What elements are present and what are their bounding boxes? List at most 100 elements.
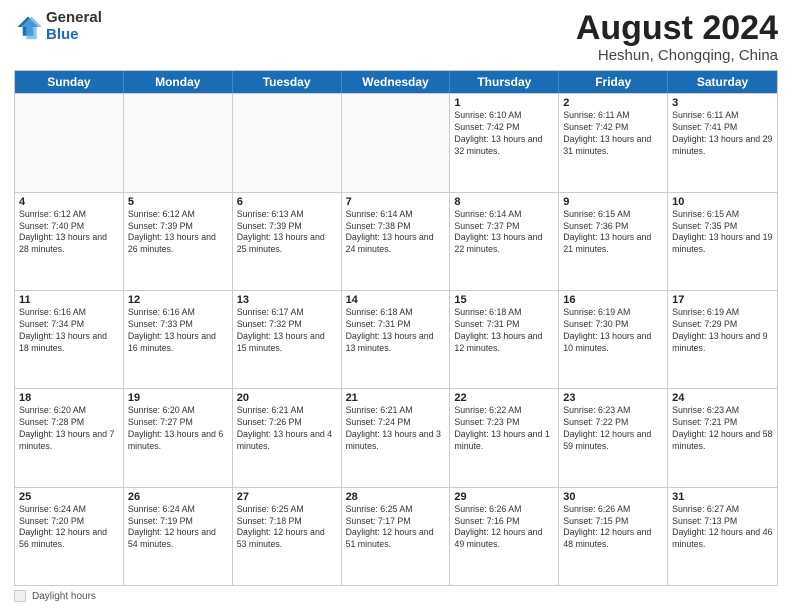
day-number: 5 bbox=[128, 196, 228, 208]
calendar-week: 11Sunrise: 6:16 AM Sunset: 7:34 PM Dayli… bbox=[15, 290, 777, 388]
day-number: 7 bbox=[346, 196, 446, 208]
day-number: 19 bbox=[128, 392, 228, 404]
day-number: 12 bbox=[128, 294, 228, 306]
day-number: 2 bbox=[563, 97, 663, 109]
day-info: Sunrise: 6:10 AM Sunset: 7:42 PM Dayligh… bbox=[454, 110, 554, 158]
calendar-header-cell: Tuesday bbox=[233, 71, 342, 93]
day-number: 15 bbox=[454, 294, 554, 306]
day-number: 26 bbox=[128, 491, 228, 503]
day-number: 11 bbox=[19, 294, 119, 306]
calendar-cell: 14Sunrise: 6:18 AM Sunset: 7:31 PM Dayli… bbox=[342, 291, 451, 388]
calendar-header-cell: Monday bbox=[124, 71, 233, 93]
calendar-cell: 11Sunrise: 6:16 AM Sunset: 7:34 PM Dayli… bbox=[15, 291, 124, 388]
day-info: Sunrise: 6:26 AM Sunset: 7:16 PM Dayligh… bbox=[454, 504, 554, 552]
calendar-cell: 8Sunrise: 6:14 AM Sunset: 7:37 PM Daylig… bbox=[450, 193, 559, 290]
day-info: Sunrise: 6:11 AM Sunset: 7:41 PM Dayligh… bbox=[672, 110, 773, 158]
calendar-cell: 28Sunrise: 6:25 AM Sunset: 7:17 PM Dayli… bbox=[342, 488, 451, 585]
day-number: 27 bbox=[237, 491, 337, 503]
day-info: Sunrise: 6:21 AM Sunset: 7:24 PM Dayligh… bbox=[346, 405, 446, 453]
calendar-body: 1Sunrise: 6:10 AM Sunset: 7:42 PM Daylig… bbox=[15, 93, 777, 585]
calendar-cell bbox=[342, 94, 451, 191]
day-info: Sunrise: 6:15 AM Sunset: 7:35 PM Dayligh… bbox=[672, 209, 773, 257]
logo-text: General Blue bbox=[46, 10, 102, 43]
day-info: Sunrise: 6:25 AM Sunset: 7:17 PM Dayligh… bbox=[346, 504, 446, 552]
day-info: Sunrise: 6:25 AM Sunset: 7:18 PM Dayligh… bbox=[237, 504, 337, 552]
title-month: August 2024 bbox=[576, 10, 778, 47]
day-info: Sunrise: 6:20 AM Sunset: 7:27 PM Dayligh… bbox=[128, 405, 228, 453]
day-info: Sunrise: 6:17 AM Sunset: 7:32 PM Dayligh… bbox=[237, 307, 337, 355]
calendar-cell: 31Sunrise: 6:27 AM Sunset: 7:13 PM Dayli… bbox=[668, 488, 777, 585]
calendar-week: 18Sunrise: 6:20 AM Sunset: 7:28 PM Dayli… bbox=[15, 388, 777, 486]
calendar-cell: 5Sunrise: 6:12 AM Sunset: 7:39 PM Daylig… bbox=[124, 193, 233, 290]
calendar-cell: 1Sunrise: 6:10 AM Sunset: 7:42 PM Daylig… bbox=[450, 94, 559, 191]
day-info: Sunrise: 6:19 AM Sunset: 7:30 PM Dayligh… bbox=[563, 307, 663, 355]
day-number: 4 bbox=[19, 196, 119, 208]
calendar-header-cell: Friday bbox=[559, 71, 668, 93]
day-info: Sunrise: 6:16 AM Sunset: 7:34 PM Dayligh… bbox=[19, 307, 119, 355]
calendar-cell: 4Sunrise: 6:12 AM Sunset: 7:40 PM Daylig… bbox=[15, 193, 124, 290]
day-info: Sunrise: 6:14 AM Sunset: 7:38 PM Dayligh… bbox=[346, 209, 446, 257]
calendar-cell: 15Sunrise: 6:18 AM Sunset: 7:31 PM Dayli… bbox=[450, 291, 559, 388]
logo-blue-text: Blue bbox=[46, 27, 102, 44]
calendar-cell: 6Sunrise: 6:13 AM Sunset: 7:39 PM Daylig… bbox=[233, 193, 342, 290]
day-number: 23 bbox=[563, 392, 663, 404]
day-number: 17 bbox=[672, 294, 773, 306]
day-number: 25 bbox=[19, 491, 119, 503]
calendar-cell: 27Sunrise: 6:25 AM Sunset: 7:18 PM Dayli… bbox=[233, 488, 342, 585]
day-number: 3 bbox=[672, 97, 773, 109]
day-info: Sunrise: 6:18 AM Sunset: 7:31 PM Dayligh… bbox=[454, 307, 554, 355]
day-info: Sunrise: 6:26 AM Sunset: 7:15 PM Dayligh… bbox=[563, 504, 663, 552]
calendar-cell: 9Sunrise: 6:15 AM Sunset: 7:36 PM Daylig… bbox=[559, 193, 668, 290]
calendar-cell: 3Sunrise: 6:11 AM Sunset: 7:41 PM Daylig… bbox=[668, 94, 777, 191]
day-info: Sunrise: 6:19 AM Sunset: 7:29 PM Dayligh… bbox=[672, 307, 773, 355]
calendar-cell: 16Sunrise: 6:19 AM Sunset: 7:30 PM Dayli… bbox=[559, 291, 668, 388]
calendar-cell: 13Sunrise: 6:17 AM Sunset: 7:32 PM Dayli… bbox=[233, 291, 342, 388]
day-number: 20 bbox=[237, 392, 337, 404]
calendar-cell: 21Sunrise: 6:21 AM Sunset: 7:24 PM Dayli… bbox=[342, 389, 451, 486]
calendar-cell bbox=[15, 94, 124, 191]
calendar-header-cell: Saturday bbox=[668, 71, 777, 93]
day-info: Sunrise: 6:14 AM Sunset: 7:37 PM Dayligh… bbox=[454, 209, 554, 257]
calendar-cell: 30Sunrise: 6:26 AM Sunset: 7:15 PM Dayli… bbox=[559, 488, 668, 585]
day-number: 6 bbox=[237, 196, 337, 208]
calendar-cell: 23Sunrise: 6:23 AM Sunset: 7:22 PM Dayli… bbox=[559, 389, 668, 486]
day-info: Sunrise: 6:21 AM Sunset: 7:26 PM Dayligh… bbox=[237, 405, 337, 453]
day-info: Sunrise: 6:24 AM Sunset: 7:20 PM Dayligh… bbox=[19, 504, 119, 552]
calendar-header-cell: Thursday bbox=[450, 71, 559, 93]
day-number: 22 bbox=[454, 392, 554, 404]
day-info: Sunrise: 6:23 AM Sunset: 7:21 PM Dayligh… bbox=[672, 405, 773, 453]
calendar-cell: 24Sunrise: 6:23 AM Sunset: 7:21 PM Dayli… bbox=[668, 389, 777, 486]
day-number: 10 bbox=[672, 196, 773, 208]
page: General Blue August 2024 Heshun, Chongqi… bbox=[0, 0, 792, 612]
day-number: 16 bbox=[563, 294, 663, 306]
day-number: 14 bbox=[346, 294, 446, 306]
calendar-cell: 12Sunrise: 6:16 AM Sunset: 7:33 PM Dayli… bbox=[124, 291, 233, 388]
day-info: Sunrise: 6:12 AM Sunset: 7:40 PM Dayligh… bbox=[19, 209, 119, 257]
day-number: 24 bbox=[672, 392, 773, 404]
header: General Blue August 2024 Heshun, Chongqi… bbox=[14, 10, 778, 64]
calendar-cell: 29Sunrise: 6:26 AM Sunset: 7:16 PM Dayli… bbox=[450, 488, 559, 585]
calendar-week: 1Sunrise: 6:10 AM Sunset: 7:42 PM Daylig… bbox=[15, 93, 777, 191]
day-number: 1 bbox=[454, 97, 554, 109]
calendar-cell: 17Sunrise: 6:19 AM Sunset: 7:29 PM Dayli… bbox=[668, 291, 777, 388]
day-info: Sunrise: 6:24 AM Sunset: 7:19 PM Dayligh… bbox=[128, 504, 228, 552]
day-number: 31 bbox=[672, 491, 773, 503]
calendar-cell: 18Sunrise: 6:20 AM Sunset: 7:28 PM Dayli… bbox=[15, 389, 124, 486]
title-block: August 2024 Heshun, Chongqing, China bbox=[576, 10, 778, 64]
calendar-cell: 20Sunrise: 6:21 AM Sunset: 7:26 PM Dayli… bbox=[233, 389, 342, 486]
day-info: Sunrise: 6:13 AM Sunset: 7:39 PM Dayligh… bbox=[237, 209, 337, 257]
day-info: Sunrise: 6:23 AM Sunset: 7:22 PM Dayligh… bbox=[563, 405, 663, 453]
day-info: Sunrise: 6:15 AM Sunset: 7:36 PM Dayligh… bbox=[563, 209, 663, 257]
calendar: SundayMondayTuesdayWednesdayThursdayFrid… bbox=[14, 70, 778, 586]
day-number: 21 bbox=[346, 392, 446, 404]
day-number: 28 bbox=[346, 491, 446, 503]
day-info: Sunrise: 6:18 AM Sunset: 7:31 PM Dayligh… bbox=[346, 307, 446, 355]
calendar-cell: 26Sunrise: 6:24 AM Sunset: 7:19 PM Dayli… bbox=[124, 488, 233, 585]
calendar-cell: 7Sunrise: 6:14 AM Sunset: 7:38 PM Daylig… bbox=[342, 193, 451, 290]
calendar-cell: 10Sunrise: 6:15 AM Sunset: 7:35 PM Dayli… bbox=[668, 193, 777, 290]
calendar-header-cell: Sunday bbox=[15, 71, 124, 93]
legend-label: Daylight hours bbox=[32, 591, 96, 602]
day-number: 18 bbox=[19, 392, 119, 404]
calendar-cell: 19Sunrise: 6:20 AM Sunset: 7:27 PM Dayli… bbox=[124, 389, 233, 486]
day-info: Sunrise: 6:12 AM Sunset: 7:39 PM Dayligh… bbox=[128, 209, 228, 257]
